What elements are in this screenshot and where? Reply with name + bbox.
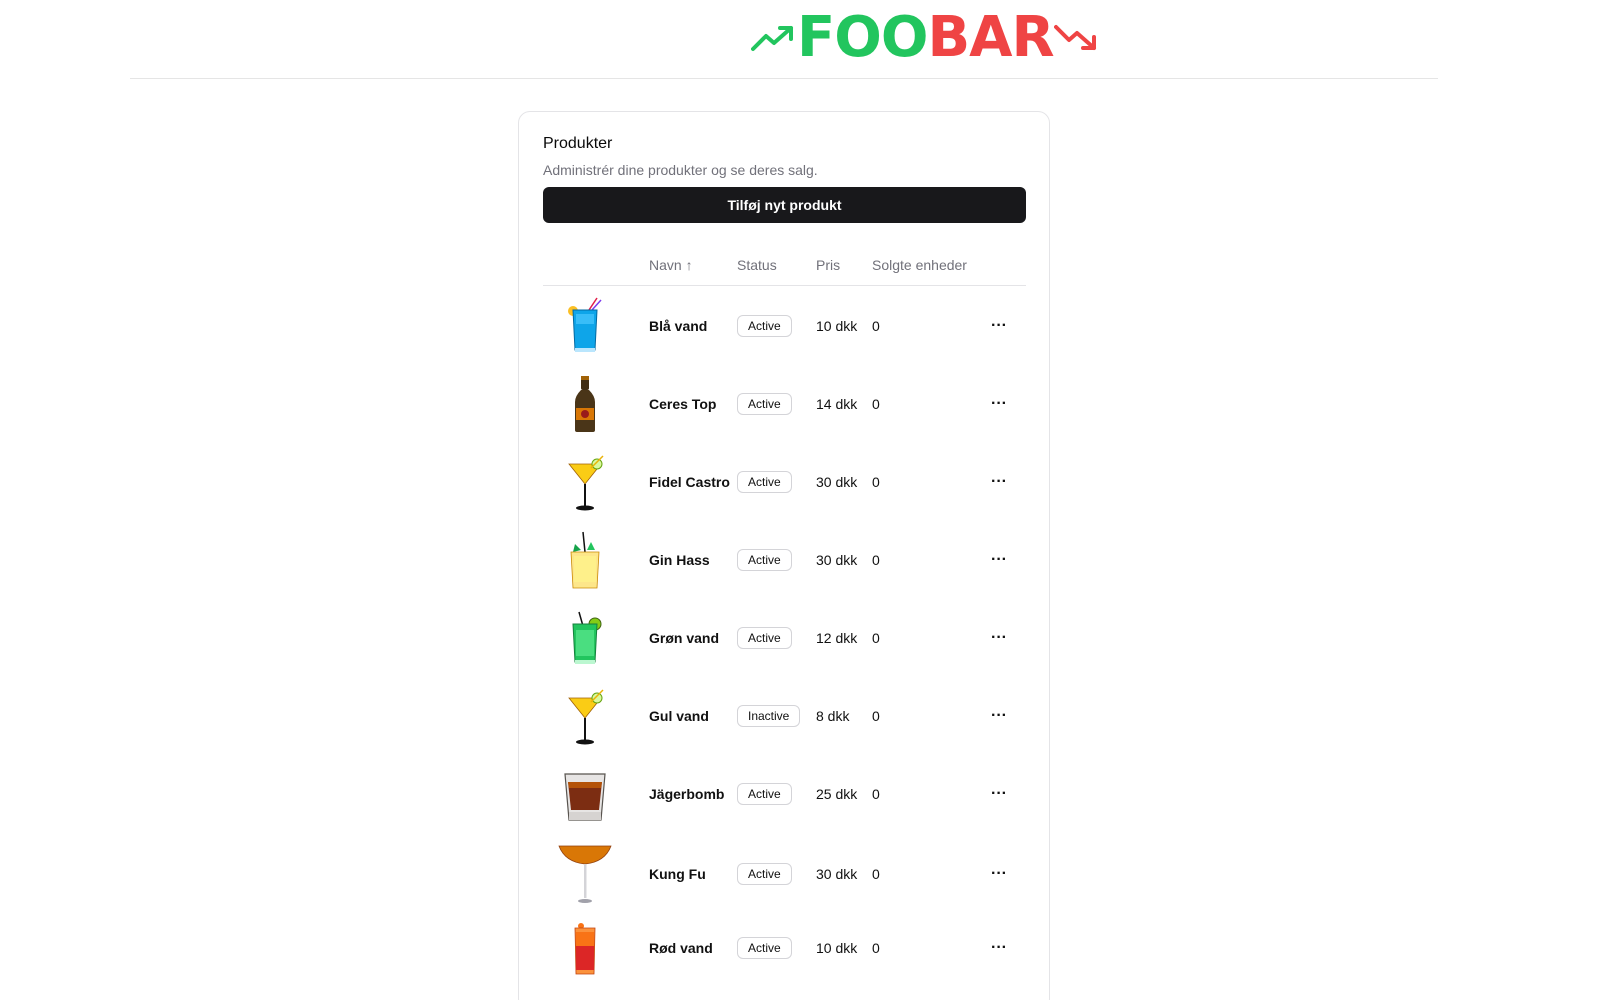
table-row: Blå vand Active 10 dkk 0 ··· — [543, 287, 1026, 365]
product-sold-units: 0 — [872, 474, 880, 490]
product-sold-units: 0 — [872, 396, 880, 412]
status-badge: Active — [737, 627, 792, 649]
more-horizontal-icon[interactable]: ··· — [984, 546, 1014, 574]
product-price: 14 dkk — [816, 396, 858, 412]
table-row: Jägerbomb Active 25 dkk 0 ··· — [543, 755, 1026, 833]
foobar-logo[interactable]: FOO BAR — [751, 6, 1100, 70]
table-row: Ceres Top Active 14 dkk 0 ··· — [543, 365, 1026, 443]
product-name: Ceres Top — [649, 396, 717, 412]
more-horizontal-icon[interactable]: ··· — [984, 312, 1014, 340]
product-price: 30 dkk — [816, 474, 858, 490]
product-name: Fidel Castro — [649, 474, 730, 490]
product-name: Blå vand — [649, 318, 708, 334]
table-row: Fidel Castro Active 30 dkk 0 ··· — [543, 443, 1026, 521]
status-badge: Active — [737, 937, 792, 959]
product-image-blue-drink — [555, 296, 615, 356]
more-horizontal-icon[interactable]: ··· — [984, 624, 1014, 652]
product-image-gin-highball — [555, 530, 615, 590]
table-row: Gin Hass Active 30 dkk 0 ··· — [543, 521, 1026, 599]
product-price: 10 dkk — [816, 318, 858, 334]
status-badge: Active — [737, 315, 792, 337]
top-header: FOO BAR — [130, 0, 1438, 79]
product-name: Jägerbomb — [649, 786, 725, 802]
product-sold-units: 0 — [872, 708, 880, 724]
more-horizontal-icon[interactable]: ··· — [984, 934, 1014, 962]
trending-down-icon — [1053, 23, 1100, 53]
more-horizontal-icon[interactable]: ··· — [984, 390, 1014, 418]
product-image-orange-cocktail — [555, 844, 615, 904]
status-badge: Active — [737, 393, 792, 415]
more-horizontal-icon[interactable]: ··· — [984, 468, 1014, 496]
product-name: Kung Fu — [649, 866, 706, 882]
status-badge: Inactive — [737, 705, 801, 727]
product-sold-units: 0 — [872, 786, 880, 802]
column-header-status: Status — [737, 257, 777, 273]
product-sold-units: 0 — [872, 630, 880, 646]
status-badge: Active — [737, 863, 792, 885]
product-price: 10 dkk — [816, 940, 858, 956]
status-badge: Active — [737, 471, 792, 493]
product-sold-units: 0 — [872, 552, 880, 568]
logo-text-foo: FOO — [797, 5, 928, 70]
product-price: 12 dkk — [816, 630, 858, 646]
table-header: Navn ↑ Status Pris Solgte enheder — [543, 244, 1026, 286]
product-sold-units: 0 — [872, 940, 880, 956]
card-description: Administrér dine produkter og se deres s… — [543, 162, 818, 178]
product-sold-units: 0 — [872, 866, 880, 882]
product-image-yellow-cocktail — [555, 686, 615, 746]
table-row: Kung Fu Active 30 dkk 0 ··· — [543, 835, 1026, 913]
product-image-red-drink — [555, 918, 615, 978]
column-header-name[interactable]: Navn ↑ — [649, 257, 693, 273]
column-header-price: Pris — [816, 257, 841, 273]
table-row: Rød vand Active 10 dkk 0 ··· — [543, 909, 1026, 987]
table-row: Gul vand Inactive 8 dkk 0 ··· — [543, 677, 1026, 755]
product-price: 8 dkk — [816, 708, 850, 724]
status-badge: Active — [737, 783, 792, 805]
more-horizontal-icon[interactable]: ··· — [984, 702, 1014, 730]
table-row: Grøn vand Active 12 dkk 0 ··· — [543, 599, 1026, 677]
product-name: Gul vand — [649, 708, 709, 724]
product-image-shot-glass — [555, 764, 615, 824]
add-product-button[interactable]: Tilføj nyt produkt — [543, 187, 1026, 223]
product-name: Grøn vand — [649, 630, 720, 646]
logo-text-bar: BAR — [927, 5, 1054, 70]
product-price: 30 dkk — [816, 552, 858, 568]
status-badge: Active — [737, 549, 792, 571]
product-price: 25 dkk — [816, 786, 858, 802]
products-card: Produkter Administrér dine produkter og … — [518, 111, 1050, 1000]
trending-up-icon — [751, 23, 797, 53]
product-image-beer-bottle — [555, 374, 615, 434]
product-price: 30 dkk — [816, 866, 858, 882]
product-image-green-drink — [555, 608, 615, 668]
more-horizontal-icon[interactable]: ··· — [984, 780, 1014, 808]
product-name: Rød vand — [649, 940, 713, 956]
product-name: Gin Hass — [649, 552, 710, 568]
product-sold-units: 0 — [872, 318, 880, 334]
product-image-yellow-cocktail — [555, 452, 615, 512]
column-header-sold-units: Solgte enheder — [872, 257, 967, 273]
card-title: Produkter — [543, 135, 613, 152]
more-horizontal-icon[interactable]: ··· — [984, 860, 1014, 888]
